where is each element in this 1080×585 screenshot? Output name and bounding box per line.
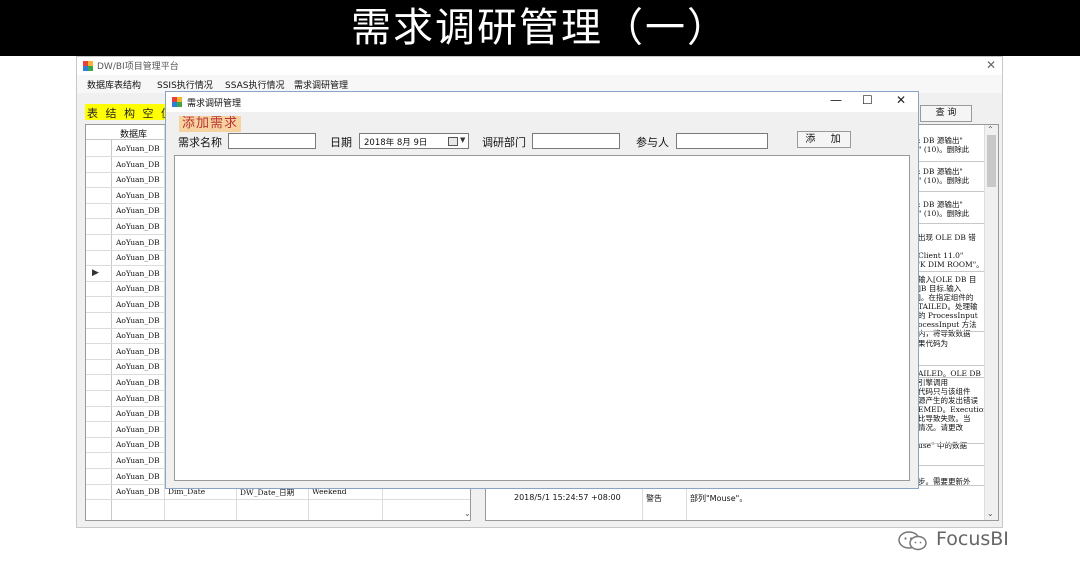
cell-database: AoYuan_DB (116, 190, 160, 200)
menu-item-ssis[interactable]: SSIS执行情况 (157, 78, 213, 91)
participant-input[interactable] (676, 133, 768, 149)
log-level: 警告 (646, 494, 662, 503)
table-cell: AoYuan_DB (116, 487, 160, 497)
log-entry-fragment: : DB 源输出" " (10)。删除此 (918, 200, 970, 218)
dropdown-arrow-icon[interactable]: ▼ (460, 136, 465, 144)
dialog-content-area (174, 155, 910, 481)
cell-database: AoYuan_DB (116, 393, 160, 403)
cell-database: AoYuan_DB (116, 159, 160, 169)
app-icon (172, 97, 182, 107)
log-time: 2018/5/1 15:24:57 +08:00 (514, 493, 621, 502)
chevron-down-icon[interactable]: ⌄ (987, 509, 994, 518)
maximize-button[interactable]: ☐ (862, 93, 873, 107)
banner-title: 需求调研管理（一） (351, 5, 729, 51)
log-message: 部列"Mouse"。 (690, 494, 748, 503)
requirement-name-input[interactable] (228, 133, 316, 149)
dialog-title: 需求调研管理 (187, 99, 242, 109)
date-picker[interactable]: 2018年 8月 9日 ▼ (359, 133, 469, 149)
menu-item-db-structure[interactable]: 数据库表结构 (87, 78, 141, 91)
dialog-close-button[interactable]: ✕ (896, 93, 906, 107)
cell-database: AoYuan_DB (116, 206, 160, 216)
cell-database: AoYuan_DB (116, 409, 160, 419)
log-entry-fragment: : DB 源输出" " (10)。删除此 (918, 136, 970, 154)
add-button[interactable]: 添 加 (797, 131, 851, 148)
cell-database: AoYuan_DB (116, 237, 160, 247)
cell-database: AoYuan_DB (116, 346, 160, 356)
menu-item-requirements[interactable]: 需求调研管理 (294, 78, 348, 91)
watermark: FocusBI (898, 528, 1068, 554)
log-scrollbar[interactable]: ⌃ ⌄ (984, 125, 998, 520)
minimize-button[interactable]: — (830, 93, 842, 107)
log-entry-fragment: 输入[OLE DB 目 ]B 目标.输入 ]。在指定组件的 TAILED。处理输… (918, 275, 978, 338)
cell-database: AoYuan_DB (116, 268, 160, 278)
research-dept-label: 调研部门 (482, 136, 526, 149)
calendar-icon[interactable] (448, 137, 458, 146)
cell-database: AoYuan_DB (116, 378, 160, 387)
main-close-button[interactable]: ✕ (986, 58, 996, 72)
cell-database: AoYuan_DB (116, 300, 160, 309)
cell-database: AoYuan_DB (116, 362, 160, 372)
table-cell: AoYuan_DB (116, 471, 160, 481)
log-entry-fragment: : DB 源输出" " (10)。删除此 (918, 167, 970, 185)
scroll-thumb[interactable] (987, 135, 996, 187)
log-entry-fragment: AILED。OLE DB 引擎调用 代码只与该组件 源产生的发出错误 EMED。… (918, 369, 989, 432)
menu-item-ssas[interactable]: SSAS执行情况 (225, 78, 284, 91)
log-entry-fragment: 出现 OLE DB 错 (918, 233, 976, 242)
log-entry-fragment: 果代码为 (918, 339, 948, 348)
add-requirement-section-label: 添加需求 (179, 116, 242, 132)
chevron-down-icon[interactable]: ⌄ (464, 509, 470, 518)
date-label: 日期 (330, 136, 352, 149)
requirement-name-label: 需求名称 (178, 136, 222, 149)
cell-database: AoYuan_DB (116, 144, 160, 153)
top-banner: 需求调研管理（一） (0, 0, 1080, 56)
cell-database: AoYuan_DB (116, 222, 160, 231)
null-check-label: 表 结 构 空 值 (87, 107, 174, 120)
grid-header-database: 数据库 (120, 130, 148, 140)
cell-database: AoYuan_DB (116, 456, 160, 465)
cell-database: AoYuan_DB (116, 253, 160, 263)
cell-database: AoYuan_DB (116, 440, 160, 450)
dialog-titlebar: 需求调研管理 — ☐ ✕ (166, 92, 918, 112)
requirements-dialog: 需求调研管理 — ☐ ✕ 添加需求 需求名称 日期 2018年 8月 9日 ▼ … (165, 91, 919, 489)
cell-database: AoYuan_DB (116, 284, 160, 294)
cell-database: AoYuan_DB (116, 424, 160, 434)
main-window-title: DW/BI项目管理平台 (97, 62, 179, 72)
cell-database: AoYuan_DB (116, 331, 160, 341)
date-value: 2018年 8月 9日 (364, 138, 428, 148)
chevron-up-icon[interactable]: ⌃ (987, 125, 994, 134)
watermark-text: FocusBI (936, 528, 1009, 550)
research-dept-input[interactable] (532, 133, 620, 149)
app-icon (83, 61, 93, 71)
participant-label: 参与人 (636, 136, 669, 149)
current-row-marker-icon: ▶ (92, 267, 99, 278)
log-entry-fragment: Client 11.0" 'K DIM ROOM"。 (918, 251, 984, 269)
wechat-icon (898, 531, 927, 551)
cell-database: AoYuan_DB (116, 315, 160, 325)
main-titlebar: DW/BI项目管理平台 ✕ (77, 57, 1002, 75)
cell-database: AoYuan_DB (116, 175, 160, 185)
query-button[interactable]: 查 询 (920, 105, 972, 122)
